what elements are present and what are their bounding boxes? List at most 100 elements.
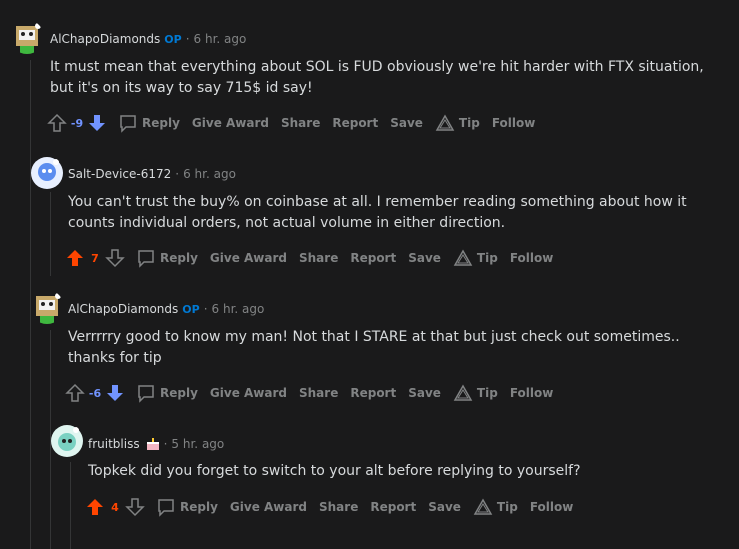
save-button[interactable]: Save [390, 116, 423, 130]
thread-line[interactable] [70, 462, 71, 549]
tip-button[interactable]: Tip [435, 114, 480, 132]
downvote-button[interactable] [104, 247, 126, 269]
comment-bubble-icon [138, 250, 154, 268]
downvote-button[interactable] [86, 112, 108, 134]
give-award-button[interactable]: Give Award [192, 116, 269, 130]
follow-button[interactable]: Follow [530, 500, 574, 514]
reply-button[interactable]: Reply [136, 383, 198, 403]
reply-button[interactable]: Reply [156, 497, 218, 517]
share-button[interactable]: Share [299, 386, 338, 400]
report-button[interactable]: Report [350, 386, 396, 400]
avatar[interactable] [30, 290, 64, 324]
upvote-arrow-icon [65, 383, 85, 402]
tip-triangle-icon [453, 249, 473, 266]
comment-body: You can't trust the buy% on coinbase at … [68, 192, 687, 234]
avatar-icon [36, 293, 61, 324]
separator: · [185, 32, 190, 46]
comment-line: Verrrrry good to know my man! Not that I… [68, 329, 680, 345]
give-award-button[interactable]: Give Award [210, 251, 287, 265]
reply-label: Reply [142, 116, 180, 130]
upvote-arrow-icon [47, 113, 67, 132]
tip-button[interactable]: Tip [473, 498, 518, 516]
reply-button[interactable]: Reply [118, 113, 180, 133]
comment-line: thanks for tip [68, 350, 162, 366]
timestamp[interactable]: 5 hr. ago [171, 437, 224, 451]
thread-line[interactable] [50, 192, 51, 276]
downvote-button[interactable] [104, 382, 126, 404]
follow-button[interactable]: Follow [492, 116, 536, 130]
comment-line: counts individual orders, not actual vol… [68, 215, 506, 231]
tip-button[interactable]: Tip [453, 249, 498, 267]
tip-label: Tip [496, 500, 518, 514]
report-button[interactable]: Report [370, 500, 416, 514]
reply-label: Reply [160, 251, 198, 265]
separator: · [203, 302, 208, 316]
report-button[interactable]: Report [350, 251, 396, 265]
tip-label: Tip [458, 116, 480, 130]
save-button[interactable]: Save [428, 500, 461, 514]
share-button[interactable]: Share [299, 251, 338, 265]
avatar[interactable] [50, 424, 84, 458]
comment-body: Topkek did you forget to switch to your … [88, 461, 581, 482]
flair-cake-icon [146, 437, 159, 450]
tip-label: Tip [476, 251, 498, 265]
comment-line: Topkek did you forget to switch to your … [88, 463, 581, 479]
save-button[interactable]: Save [408, 251, 441, 265]
timestamp[interactable]: 6 hr. ago [212, 302, 265, 316]
vote-score: 4 [111, 500, 119, 514]
username[interactable]: AlChapoDiamonds [68, 302, 178, 316]
upvote-arrow-icon [67, 250, 83, 266]
avatar-icon [16, 23, 41, 54]
avatar[interactable] [10, 20, 44, 54]
avatar-icon [51, 425, 83, 457]
tip-triangle-icon [435, 114, 455, 131]
avatar[interactable] [30, 156, 64, 190]
comment-body: Verrrrry good to know my man! Not that I… [68, 327, 680, 369]
username[interactable]: fruitbliss [88, 437, 140, 451]
vote-score: -9 [70, 116, 84, 130]
downvote-arrow-icon [89, 115, 105, 131]
op-badge: OP [164, 32, 182, 46]
reply-label: Reply [180, 500, 218, 514]
reply-button[interactable]: Reply [136, 248, 198, 268]
upvote-button[interactable] [64, 382, 86, 404]
reply-label: Reply [160, 386, 198, 400]
comment-bubble-icon [138, 385, 154, 403]
comment-line: but it's on its way to say 715$ id say! [50, 80, 313, 96]
tip-triangle-icon [453, 384, 473, 401]
downvote-arrow-icon [107, 385, 123, 401]
tip-label: Tip [476, 386, 498, 400]
comment-body: It must mean that everything about SOL i… [50, 57, 704, 99]
follow-button[interactable]: Follow [510, 386, 554, 400]
report-button[interactable]: Report [332, 116, 378, 130]
downvote-arrow-icon [105, 249, 125, 268]
upvote-button[interactable] [64, 247, 86, 269]
share-button[interactable]: Share [281, 116, 320, 130]
username[interactable]: Salt-Device-6172 [68, 167, 171, 181]
separator: · [175, 167, 180, 181]
vote-score: 7 [91, 251, 99, 265]
share-button[interactable]: Share [319, 500, 358, 514]
comment-bubble-icon [120, 115, 136, 133]
downvote-arrow-icon [125, 498, 145, 517]
timestamp[interactable]: 6 hr. ago [183, 167, 236, 181]
comment-bubble-icon [158, 499, 174, 517]
give-award-button[interactable]: Give Award [210, 386, 287, 400]
give-award-button[interactable]: Give Award [230, 500, 307, 514]
op-badge: OP [182, 302, 200, 316]
save-button[interactable]: Save [408, 386, 441, 400]
comment-line: It must mean that everything about SOL i… [50, 59, 704, 75]
tip-button[interactable]: Tip [453, 384, 498, 402]
vote-score: -6 [88, 386, 102, 400]
tip-triangle-icon [473, 498, 493, 515]
upvote-button[interactable] [84, 496, 106, 518]
avatar-icon [31, 157, 63, 189]
comment-line: You can't trust the buy% on coinbase at … [68, 194, 687, 210]
downvote-button[interactable] [124, 496, 146, 518]
username[interactable]: AlChapoDiamonds [50, 32, 160, 46]
upvote-arrow-icon [87, 499, 103, 515]
upvote-button[interactable] [46, 112, 68, 134]
follow-button[interactable]: Follow [510, 251, 554, 265]
separator: · [163, 437, 168, 451]
timestamp[interactable]: 6 hr. ago [194, 32, 247, 46]
